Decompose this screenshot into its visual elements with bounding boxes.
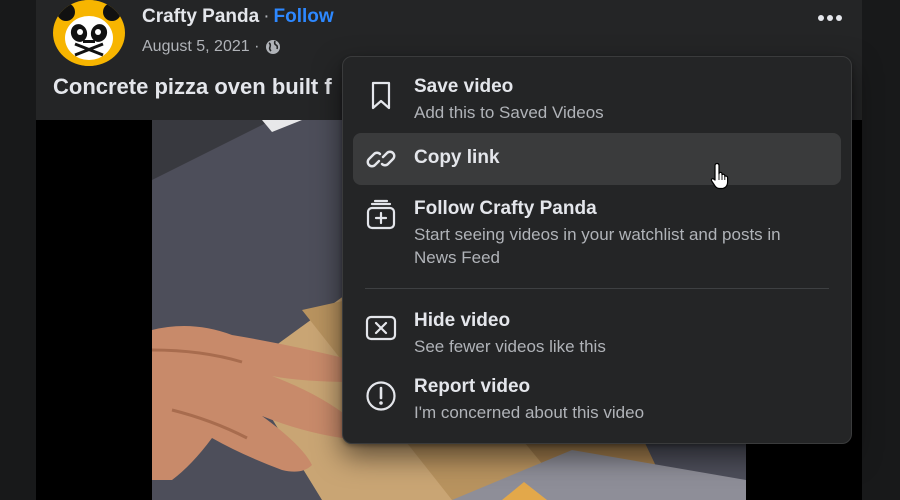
more-horizontal-icon [818, 15, 842, 21]
post-date[interactable]: August 5, 2021 · [142, 38, 259, 56]
menu-item-subtitle: I'm concerned about this video [414, 403, 645, 422]
author-name-link[interactable]: Crafty Panda [142, 6, 259, 27]
menu-item-copy-link[interactable]: Copy link [353, 133, 841, 185]
page-gutter-right [862, 0, 900, 500]
menu-item-subtitle: See fewer videos like this [414, 337, 606, 356]
more-options-button[interactable] [808, 2, 852, 34]
menu-item-subtitle: Add this to Saved Videos [414, 103, 604, 122]
hide-x-icon [363, 310, 399, 346]
post-meta: August 5, 2021 · [142, 38, 281, 56]
menu-item-title: Report video [414, 376, 531, 397]
follow-page-icon [363, 197, 399, 233]
menu-item-title: Hide video [414, 310, 511, 331]
hand-pointer-cursor-icon [710, 162, 732, 190]
menu-divider [365, 288, 829, 289]
author-line: Crafty Panda · Follow [142, 6, 334, 28]
menu-item-subtitle: Start seeing videos in your watchlist an… [414, 225, 781, 267]
page-gutter-left [0, 0, 36, 500]
report-alert-icon [363, 378, 399, 414]
author-avatar[interactable] [53, 0, 125, 66]
menu-item-title: Copy link [414, 147, 500, 168]
separator-dot: · [263, 6, 270, 27]
follow-link[interactable]: Follow [274, 6, 334, 27]
post-options-menu: Save video Add this to Saved Videos Copy… [342, 56, 852, 444]
menu-item-follow-page[interactable]: Follow Crafty Panda Start seeing videos … [353, 191, 841, 275]
menu-item-title: Save video [414, 76, 514, 97]
link-icon [363, 141, 399, 177]
panda-logo-icon [56, 0, 122, 66]
menu-item-title: Follow Crafty Panda [414, 198, 597, 219]
bookmark-icon [363, 78, 399, 114]
menu-item-save-video[interactable]: Save video Add this to Saved Videos [353, 69, 841, 131]
post-title: Concrete pizza oven built f [53, 74, 332, 99]
menu-item-report-video[interactable]: Report video I'm concerned about this vi… [353, 367, 841, 429]
globe-icon[interactable] [265, 39, 281, 55]
menu-item-hide-video[interactable]: Hide video See fewer videos like this [353, 301, 841, 363]
